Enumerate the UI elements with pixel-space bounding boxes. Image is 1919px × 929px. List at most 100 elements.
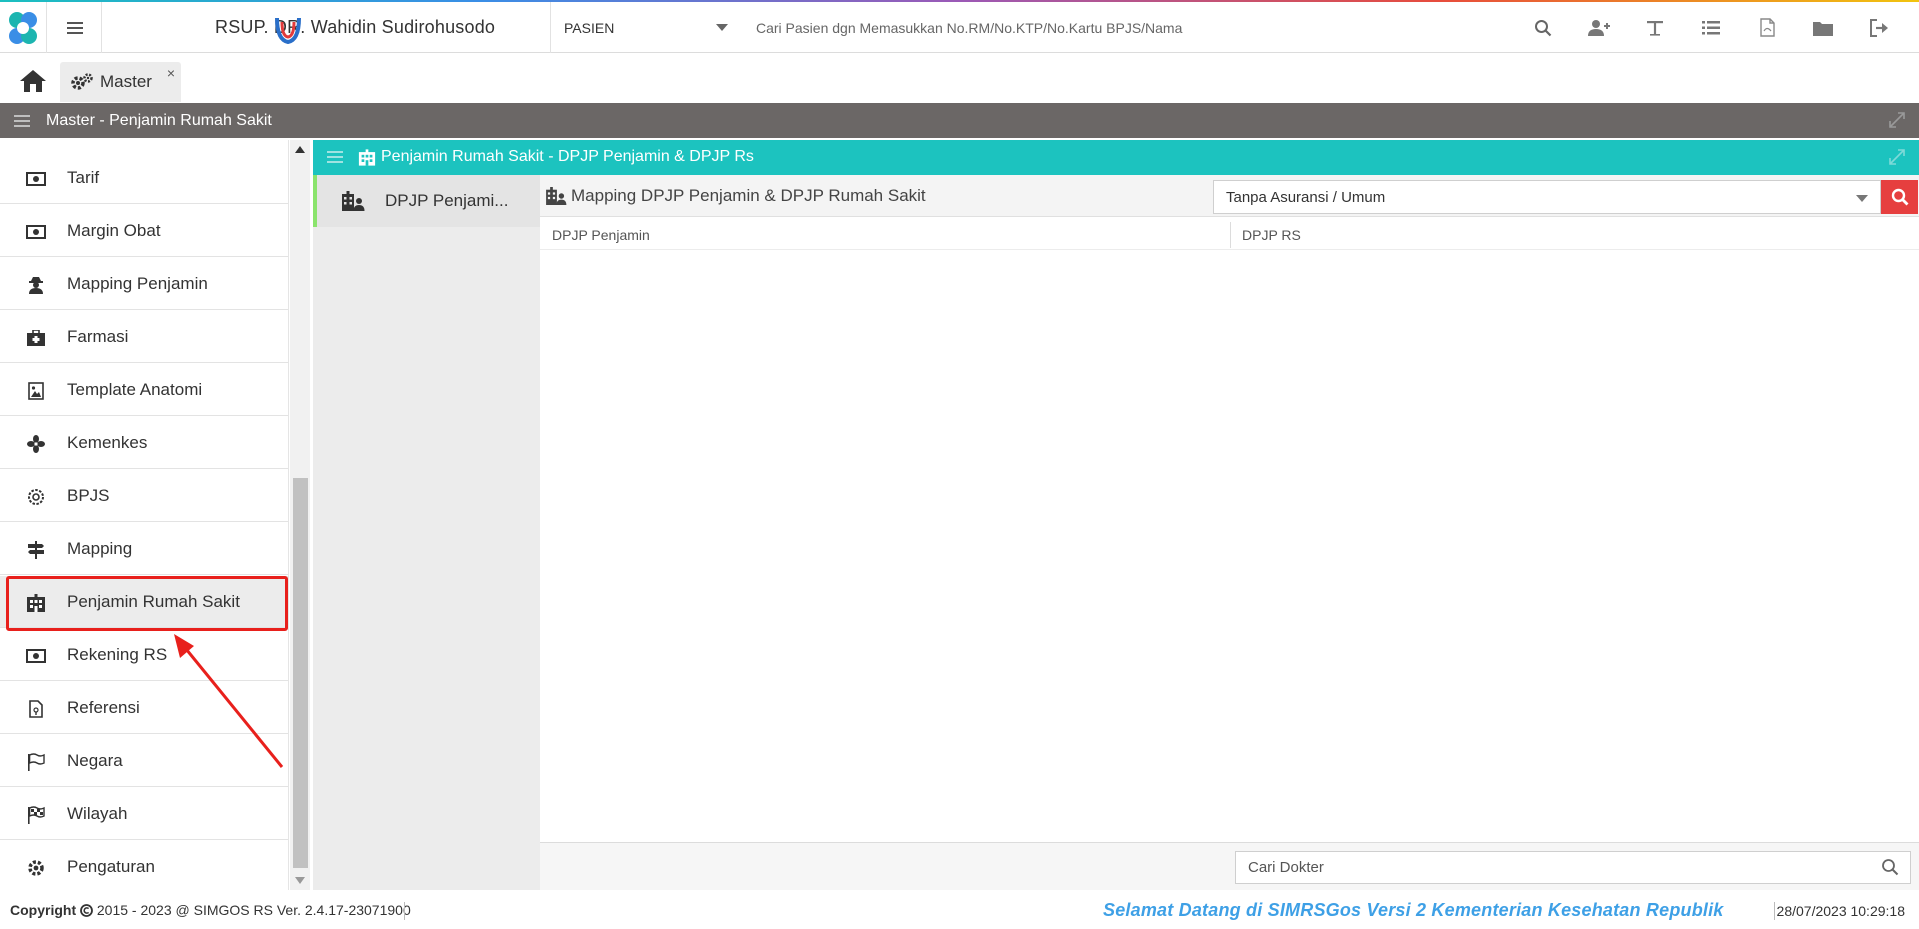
user-secret-icon	[26, 275, 46, 295]
penjamin-select-value: Tanpa Asuransi / Umum	[1226, 188, 1386, 206]
sidebar-scrollbar[interactable]	[290, 140, 310, 890]
sidebar-item-farmasi[interactable]: Farmasi	[0, 311, 288, 363]
cog-icon	[26, 487, 46, 507]
search-button[interactable]	[1515, 2, 1571, 53]
hospital-brand: RSUP. DR. Wahidin Sudirohusodo	[103, 2, 551, 53]
copyright-label: Copyright	[10, 902, 77, 918]
content-header: Penjamin Rumah Sakit - DPJP Penjamin & D…	[313, 140, 1919, 175]
sidebar-item-negara[interactable]: Negara	[0, 735, 288, 787]
expand-icon[interactable]	[1889, 149, 1905, 165]
image-icon	[26, 381, 46, 401]
sidebar-item-label: Pengaturan	[67, 856, 155, 876]
sidebar-item-label: Tarif	[67, 167, 100, 187]
text-button[interactable]	[1627, 2, 1683, 53]
add-patient-button[interactable]	[1571, 2, 1627, 53]
sidebar-item-penjamin-rumah-sakit[interactable]: Penjamin Rumah Sakit	[0, 576, 288, 628]
menu-toggle-button[interactable]	[48, 2, 102, 53]
sidebar-item-tarif[interactable]: Tarif	[0, 152, 288, 204]
tab-master[interactable]: Master ×	[60, 62, 181, 102]
copyright-text: Copyright 2015 - 2023 @ SIMGOS RS Ver. 2…	[10, 902, 411, 918]
home-button[interactable]	[18, 68, 48, 94]
sidebar-item-margin-obat[interactable]: Margin Obat	[0, 205, 288, 257]
building-icon	[26, 593, 46, 613]
sidebar-item-label: Margin Obat	[67, 220, 161, 240]
sidebar-item-referensi[interactable]: Referensi	[0, 682, 288, 734]
status-divider	[1774, 902, 1775, 920]
signs-icon	[26, 540, 46, 560]
sidebar-item-mapping-penjamin[interactable]: Mapping Penjamin	[0, 258, 288, 310]
table-header: DPJP Penjamin DPJP RS	[540, 218, 1919, 250]
sidebar: Tarif Margin Obat Mapping Penjamin Farma…	[0, 140, 289, 890]
main-toolbar-title: Mapping DPJP Penjamin & DPJP Rumah Sakit	[571, 186, 926, 205]
medkit-icon	[26, 328, 46, 348]
status-bar: Copyright 2015 - 2023 @ SIMGOS RS Ver. 2…	[0, 890, 1919, 929]
search-icon	[1891, 188, 1908, 206]
sidebar-item-mapping[interactable]: Mapping	[0, 523, 288, 575]
doctor-search-input[interactable]	[1235, 851, 1911, 884]
sidebar-item-kemenkes[interactable]: Kemenkes	[0, 417, 288, 469]
content-menu-icon[interactable]	[327, 151, 343, 164]
scroll-up-icon[interactable]	[295, 146, 305, 153]
subnav-item-dpjp-penjamin[interactable]: DPJP Penjami...	[313, 175, 540, 227]
main-footer	[540, 842, 1919, 890]
top-toolbar	[1515, 2, 1907, 53]
sidebar-item-template-anatomi[interactable]: Template Anatomi	[0, 364, 288, 416]
logout-button[interactable]	[1851, 2, 1907, 53]
expand-icon[interactable]	[1889, 112, 1905, 128]
column-divider[interactable]	[1230, 222, 1231, 248]
chevron-down-icon	[1856, 195, 1868, 202]
sidebar-item-bpjs[interactable]: BPJS	[0, 470, 288, 522]
text-icon	[1647, 20, 1663, 36]
sidebar-item-label: Referensi	[67, 697, 140, 717]
pdf-icon	[1759, 18, 1775, 37]
sidebar-item-label: Negara	[67, 750, 123, 770]
penjamin-select[interactable]: Tanpa Asuransi / Umum	[1213, 180, 1881, 214]
hamburger-icon	[66, 21, 83, 34]
panel-header: Master - Penjamin Rumah Sakit	[0, 103, 1919, 138]
folder-icon	[1813, 21, 1833, 36]
money-icon	[26, 169, 46, 189]
app-logo[interactable]	[0, 2, 47, 53]
tab-master-label: Master	[100, 72, 152, 91]
welcome-marquee: Selamat Datang di SIMRSGos Versi 2 Kemen…	[1103, 900, 1724, 920]
money-icon	[26, 646, 46, 666]
gears-icon	[71, 73, 93, 90]
sidebar-item-label: Rekening RS	[67, 644, 168, 664]
app-logo-icon	[9, 11, 37, 44]
tab-close-button[interactable]: ×	[167, 65, 175, 81]
scroll-down-icon[interactable]	[295, 877, 305, 884]
checkered-flag-icon	[26, 805, 46, 825]
top-bar: RSUP. DR. Wahidin Sudirohusodo PASIEN	[0, 0, 1919, 53]
main-panel: Mapping DPJP Penjamin & DPJP Rumah Sakit…	[540, 175, 1919, 890]
tabs-row: Master ×	[0, 54, 1919, 103]
column-header-dpjp-rs[interactable]: DPJP RS	[1242, 227, 1301, 243]
pdf-button[interactable]	[1739, 2, 1795, 53]
search-icon[interactable]	[1881, 858, 1899, 876]
content-subnav: DPJP Penjami...	[313, 175, 540, 890]
list-button[interactable]	[1683, 2, 1739, 53]
column-header-dpjp-penjamin[interactable]: DPJP Penjamin	[552, 227, 650, 243]
file-icon	[26, 699, 46, 719]
sidebar-item-wilayah[interactable]: Wilayah	[0, 788, 288, 840]
gear-icon	[26, 858, 46, 878]
hospital-user-icon	[342, 191, 365, 211]
folder-button[interactable]	[1795, 2, 1851, 53]
list-icon	[1702, 20, 1720, 34]
sidebar-item-label: Kemenkes	[67, 432, 148, 452]
scroll-thumb[interactable]	[293, 478, 308, 868]
search-type-select[interactable]: PASIEN	[552, 2, 738, 53]
sidebar-item-label: Mapping Penjamin	[67, 273, 208, 293]
hospital-logo-icon	[275, 17, 301, 45]
home-icon	[20, 70, 46, 92]
flag-icon	[26, 752, 46, 772]
patient-search-input[interactable]	[742, 2, 1522, 53]
panel-menu-icon[interactable]	[14, 114, 32, 128]
sidebar-item-rekening-rs[interactable]: Rekening RS	[0, 629, 288, 681]
sidebar-item-label: Penjamin Rumah Sakit	[67, 591, 240, 611]
hospital-user-icon	[546, 187, 567, 205]
sidebar-item-label: Farmasi	[67, 326, 129, 346]
search-type-value: PASIEN	[564, 19, 615, 36]
sidebar-item-pengaturan[interactable]: Pengaturan	[0, 841, 288, 890]
filter-search-button[interactable]	[1881, 180, 1918, 214]
panel-title: Master - Penjamin Rumah Sakit	[46, 111, 272, 129]
